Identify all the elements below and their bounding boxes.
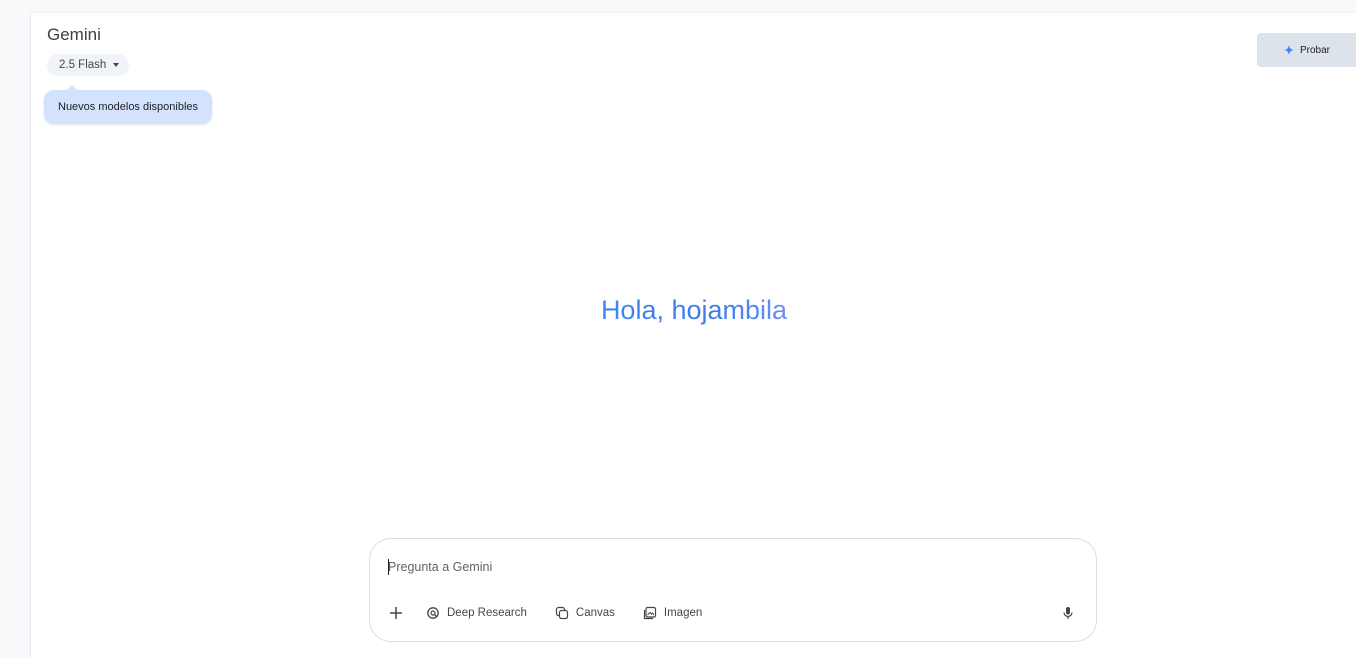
deep-research-label: Deep Research (447, 607, 527, 619)
sparkle-icon (1283, 45, 1294, 55)
deep-research-button[interactable]: Deep Research (426, 606, 527, 620)
new-models-tooltip: Nuevos modelos disponibles (44, 85, 213, 124)
add-button[interactable] (384, 601, 408, 625)
image-icon (643, 606, 657, 620)
microphone-button[interactable] (1056, 601, 1080, 625)
greeting-text: Hola, hojambila (600, 295, 788, 325)
canvas-icon (555, 606, 569, 620)
text-cursor (388, 559, 389, 575)
model-selector[interactable]: 2.5 Flash (47, 54, 130, 76)
microphone-icon (1063, 607, 1073, 619)
main-panel: Gemini 2.5 Flash Nuevos modelos disponib… (30, 12, 1356, 658)
deep-research-icon (427, 607, 439, 619)
caret-down-icon (113, 63, 120, 67)
greeting: Hola, hojambila (31, 295, 1356, 326)
prompt-composer: Deep Research Canvas Imagen (369, 538, 1097, 642)
prompt-input[interactable] (388, 557, 988, 577)
tooltip-text: Nuevos modelos disponibles (58, 101, 199, 113)
model-selector-label: 2.5 Flash (59, 59, 107, 71)
composer-toolbar: Deep Research Canvas Imagen (384, 601, 730, 625)
plus-icon (390, 607, 402, 619)
canvas-label: Canvas (575, 607, 615, 619)
image-button[interactable]: Imagen (643, 606, 702, 620)
probar-label: Probar (1299, 44, 1330, 56)
image-label: Imagen (663, 607, 703, 619)
app-title: Gemini (47, 25, 101, 44)
canvas-button[interactable]: Canvas (555, 606, 615, 620)
probar-button[interactable]: Probar (1257, 33, 1356, 67)
